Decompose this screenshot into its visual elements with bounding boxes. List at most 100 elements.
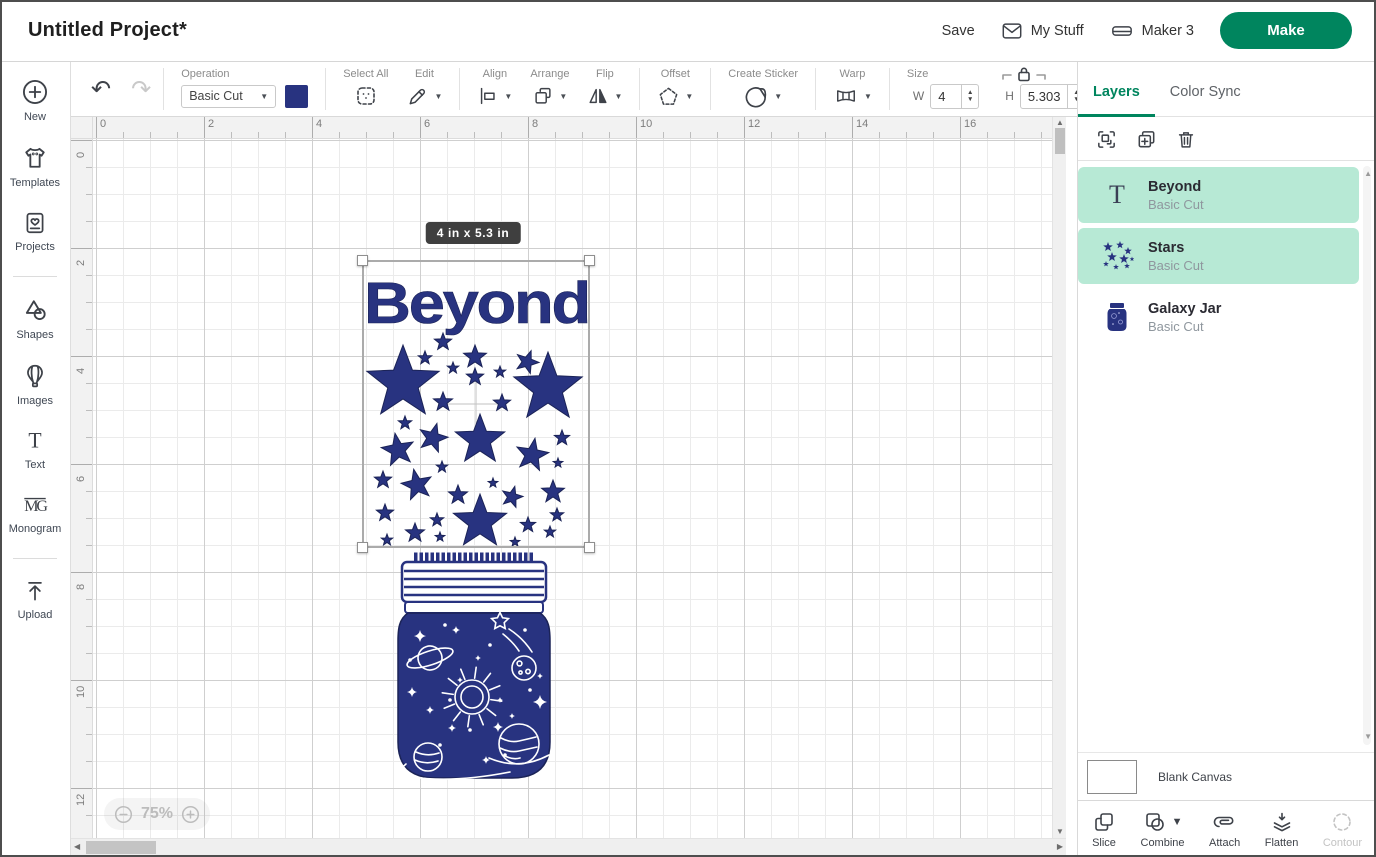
chevron-down-icon: ▼ — [260, 92, 268, 101]
layer-list: T Beyond Basic Cut Stars Basic Cut — [1078, 162, 1361, 752]
create-sticker-group[interactable]: Create Sticker ▼ — [719, 68, 807, 110]
h-ruler-number: 12 — [748, 118, 760, 130]
operation-dropdown[interactable]: Basic Cut ▼ — [181, 85, 276, 108]
align-group[interactable]: Align ▼ — [468, 68, 521, 110]
scroll-right-arrow[interactable]: ▶ — [1057, 843, 1063, 851]
sidebar-item-text[interactable]: T Text — [22, 428, 48, 471]
horizontal-ruler: 0246810121416 — [93, 117, 1055, 139]
sidebar-item-shapes[interactable]: Shapes — [16, 296, 53, 341]
undo-redo-group: ↶ ↷ — [87, 77, 155, 101]
selection-handle-bottom-left[interactable] — [357, 542, 368, 553]
h-ruler-number: 8 — [532, 118, 538, 130]
v-ruler-number: 8 — [75, 576, 87, 590]
arrange-label: Arrange — [530, 68, 569, 80]
sidebar-item-monogram[interactable]: MG Monogram — [9, 492, 62, 535]
edit-label: Edit — [415, 68, 434, 80]
combine-button[interactable]: ▼ Combine — [1141, 810, 1185, 849]
panel-scroll-up-arrow[interactable]: ▲ — [1364, 170, 1372, 178]
canvas-vertical-scrollbar[interactable]: ▲ ▼ — [1052, 117, 1066, 838]
project-title[interactable]: Untitled Project* — [28, 19, 187, 42]
scroll-left-arrow[interactable]: ◀ — [74, 843, 80, 851]
width-input[interactable]: 4 ▲▼ — [930, 84, 979, 109]
my-stuff-button[interactable]: My Stuff — [1001, 20, 1084, 42]
zoom-in-button[interactable] — [181, 805, 200, 824]
edit-group[interactable]: Edit ▼ — [397, 68, 451, 110]
header-actions: Save My Stuff Maker 3 Make — [942, 12, 1352, 49]
horizontal-scroll-thumb[interactable] — [86, 841, 156, 854]
selection-handle-top-right[interactable] — [584, 255, 595, 266]
design-canvas[interactable]: Beyond — [71, 117, 1077, 857]
layer-row-stars[interactable]: Stars Basic Cut — [1078, 228, 1359, 284]
vertical-ruler: 024681012 — [71, 139, 93, 839]
svg-text:MG: MG — [24, 498, 48, 515]
align-icon — [477, 85, 499, 107]
edit-toolbar: ↶ ↷ Operation Basic Cut ▼ Select All Edi… — [71, 62, 1077, 117]
toolbar-divider — [889, 68, 890, 110]
offset-pentagon-icon — [657, 85, 680, 108]
selection-bounding-box[interactable] — [362, 260, 590, 548]
select-all-group[interactable]: Select All — [334, 68, 397, 110]
sidebar-item-projects[interactable]: Projects — [15, 210, 55, 253]
canvas-horizontal-scrollbar[interactable]: ◀ ▶ — [71, 838, 1066, 855]
flip-icon — [587, 85, 609, 107]
v-ruler-number: 0 — [75, 144, 87, 158]
tab-color-sync[interactable]: Color Sync — [1155, 84, 1256, 116]
make-button[interactable]: Make — [1220, 12, 1352, 49]
chevron-down-icon: ▼ — [559, 92, 567, 101]
height-input[interactable]: 5.303 ▲▼ — [1020, 84, 1086, 109]
h-ruler-number: 4 — [316, 118, 322, 130]
selection-handle-bottom-right[interactable] — [584, 542, 595, 553]
redo-button[interactable]: ↷ — [131, 77, 151, 101]
layer-actions-bar: Slice ▼ Combine Attach Flatten Contour — [1078, 800, 1376, 857]
offset-group[interactable]: Offset ▼ — [648, 68, 702, 110]
chevron-down-icon: ▼ — [434, 92, 442, 101]
lock-icon[interactable] — [1001, 65, 1047, 83]
blank-canvas-row[interactable]: Blank Canvas — [1078, 752, 1376, 800]
v-ruler-number: 2 — [75, 252, 87, 266]
arrange-group[interactable]: Arrange ▼ — [521, 68, 578, 110]
panel-scroll-down-arrow[interactable]: ▼ — [1364, 733, 1372, 741]
flatten-button[interactable]: Flatten — [1265, 810, 1299, 849]
attach-button[interactable]: Attach — [1209, 810, 1240, 849]
selection-handle-top-left[interactable] — [357, 255, 368, 266]
layer-row-galaxy-jar[interactable]: Galaxy Jar Basic Cut — [1078, 289, 1359, 345]
slice-button[interactable]: Slice — [1092, 810, 1116, 849]
left-sidebar: New Templates Projects Shapes Images T T… — [0, 62, 71, 857]
undo-button[interactable]: ↶ — [91, 77, 111, 101]
h-ruler-number: 14 — [856, 118, 868, 130]
layer-thumbnail-text: T — [1098, 182, 1136, 208]
sidebar-item-new[interactable]: New — [21, 78, 49, 123]
flip-label: Flip — [596, 68, 614, 80]
flip-group[interactable]: Flip ▼ — [578, 68, 631, 110]
save-button[interactable]: Save — [942, 23, 975, 39]
v-ruler-number: 10 — [75, 684, 87, 698]
machine-selector[interactable]: Maker 3 — [1110, 20, 1194, 42]
chevron-down-icon: ▼ — [685, 92, 693, 101]
header-bar: Untitled Project* Save My Stuff Maker 3 … — [0, 0, 1376, 62]
group-button[interactable] — [1095, 128, 1118, 151]
scroll-down-arrow[interactable]: ▼ — [1056, 828, 1064, 836]
sidebar-item-images[interactable]: Images — [17, 362, 53, 407]
blank-canvas-swatch[interactable] — [1087, 760, 1137, 794]
h-ruler-number: 16 — [964, 118, 976, 130]
tab-layers[interactable]: Layers — [1078, 84, 1155, 116]
select-all-label: Select All — [343, 68, 388, 80]
width-stepper[interactable]: ▲▼ — [961, 85, 978, 108]
duplicate-button[interactable] — [1135, 128, 1158, 151]
panel-scrollbar[interactable] — [1363, 166, 1371, 745]
color-swatch[interactable] — [285, 85, 308, 108]
vertical-scroll-thumb[interactable] — [1055, 128, 1065, 154]
sidebar-item-upload[interactable]: Upload — [18, 578, 53, 621]
scroll-up-arrow[interactable]: ▲ — [1056, 119, 1064, 127]
sidebar-item-templates[interactable]: Templates — [10, 144, 60, 189]
chevron-down-icon: ▼ — [774, 92, 782, 101]
h-ruler-number: 10 — [640, 118, 652, 130]
toolbar-divider — [710, 68, 711, 110]
zoom-out-button[interactable] — [114, 805, 133, 824]
delete-button[interactable] — [1175, 128, 1197, 151]
operation-label: Operation — [181, 68, 229, 80]
offset-label: Offset — [661, 68, 690, 80]
shapes-icon — [21, 296, 49, 324]
warp-group[interactable]: Warp ▼ — [824, 68, 881, 110]
layer-row-beyond[interactable]: T Beyond Basic Cut — [1078, 167, 1359, 223]
